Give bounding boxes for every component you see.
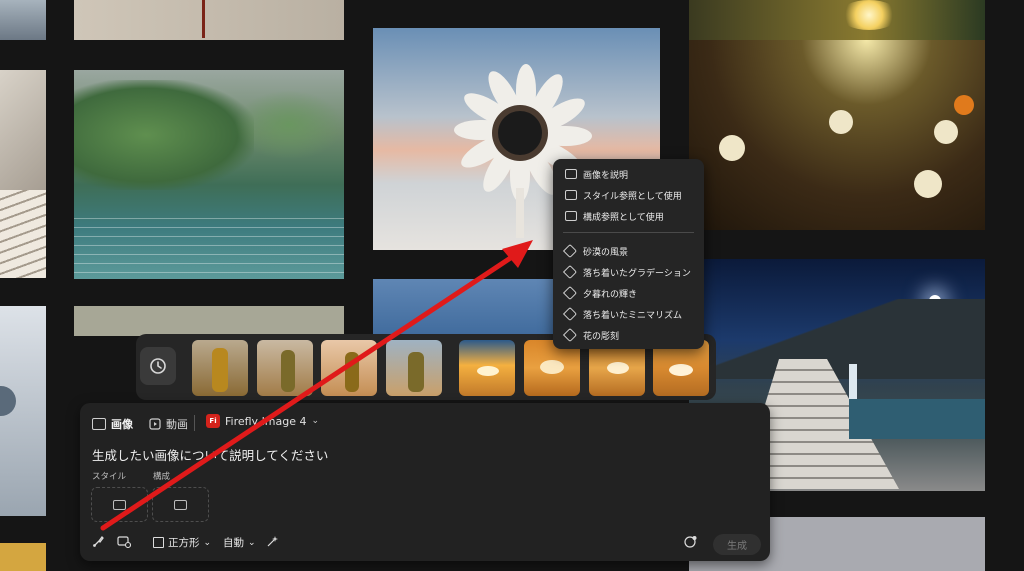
annotation-arrow [100, 240, 533, 531]
